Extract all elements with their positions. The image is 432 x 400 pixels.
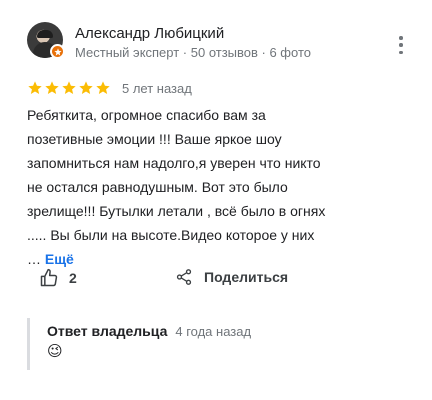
owner-response-title: Ответ владельца bbox=[47, 323, 168, 339]
star-icon bbox=[45, 81, 59, 94]
reviewer-avatar-wrap[interactable] bbox=[27, 22, 65, 59]
star-rating bbox=[27, 80, 111, 96]
reviewer-meta: Местный эксперт · 50 отзывов · 6 фото bbox=[75, 45, 311, 60]
like-button[interactable]: 2 bbox=[39, 268, 77, 288]
review-text: Ребяткита, огромное спасибо вам за позет… bbox=[27, 107, 326, 267]
review-card: Александр Любицкий Местный эксперт · 50 … bbox=[0, 0, 432, 400]
star-icon bbox=[62, 81, 76, 94]
more-vert-icon[interactable] bbox=[395, 36, 407, 54]
thumb-up-icon bbox=[40, 268, 58, 287]
review-actions: 2 Поделиться bbox=[27, 268, 327, 292]
review-text-block: Ребяткита, огромное спасибо вам за позет… bbox=[27, 103, 327, 271]
share-button[interactable]: Поделиться bbox=[175, 268, 288, 286]
star-icon bbox=[28, 81, 42, 94]
share-label: Поделиться bbox=[204, 269, 289, 285]
local-guide-badge-icon bbox=[50, 44, 65, 59]
rating-row: 5 лет назад bbox=[27, 79, 192, 97]
star-icon bbox=[96, 81, 110, 94]
owner-response: Ответ владельца 4 года назад 😉 bbox=[27, 318, 327, 370]
star-icon bbox=[79, 81, 93, 94]
share-icon bbox=[176, 269, 192, 285]
owner-response-time: 4 года назад bbox=[175, 324, 252, 339]
reviewer-name[interactable]: Александр Любицкий bbox=[75, 25, 224, 42]
like-count: 2 bbox=[69, 270, 77, 286]
review-header: Александр Любицкий Местный эксперт · 50 … bbox=[27, 22, 412, 62]
read-more-link[interactable]: Ещё bbox=[45, 251, 74, 267]
review-time: 5 лет назад bbox=[122, 80, 192, 96]
owner-response-header: Ответ владельца 4 года назад bbox=[47, 323, 327, 339]
owner-response-text: 😉 bbox=[47, 343, 63, 360]
